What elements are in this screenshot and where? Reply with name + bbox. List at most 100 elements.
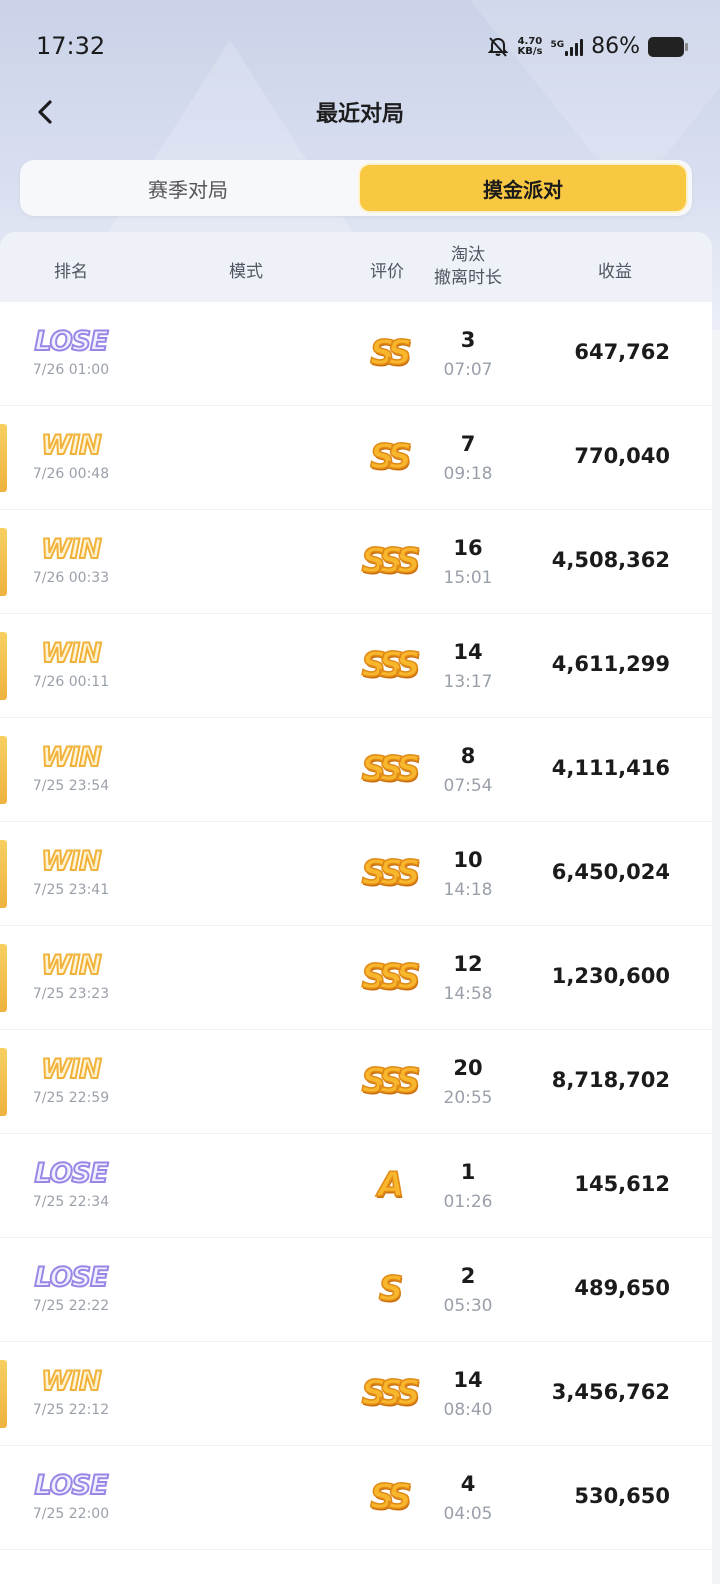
win-indicator-bar xyxy=(0,424,7,492)
kill-count: 4 xyxy=(460,1472,476,1496)
extraction-duration: 13:17 xyxy=(443,672,493,692)
income-value: 530,650 xyxy=(574,1484,670,1508)
match-date: 7/25 22:00 xyxy=(32,1506,110,1522)
match-date: 7/25 23:41 xyxy=(32,882,110,898)
kill-count: 20 xyxy=(453,1056,483,1080)
income-value: 489,650 xyxy=(574,1276,670,1300)
page-title: 最近对局 xyxy=(315,102,404,127)
income-value: 4,111,416 xyxy=(551,756,670,780)
win-indicator-bar xyxy=(0,1048,7,1116)
win-logo: WIN xyxy=(40,845,102,878)
kill-count: 12 xyxy=(453,952,483,976)
match-date: 7/25 22:59 xyxy=(32,1090,110,1106)
extraction-duration: 14:58 xyxy=(443,984,493,1004)
tab-season-matches[interactable]: 赛季对局 xyxy=(20,160,356,216)
income-value: 4,508,362 xyxy=(551,548,670,572)
match-date: 7/26 00:11 xyxy=(32,674,110,690)
match-row[interactable]: WIN 7/26 00:48 SS 7 09:18 770,040 xyxy=(0,406,712,510)
match-row[interactable]: WIN 7/26 00:33 SSS 16 15:01 4,508,362 xyxy=(0,510,712,614)
win-logo: WIN xyxy=(40,1053,102,1086)
page-header: 最近对局 xyxy=(0,88,720,136)
match-row[interactable]: WIN 7/25 22:12 SSS 14 08:40 3,456,762 xyxy=(0,1342,712,1446)
status-time: 17:32 xyxy=(36,32,106,60)
rating-badge: A xyxy=(377,1164,405,1206)
rating-badge: SSS xyxy=(361,540,422,582)
kill-count: 3 xyxy=(460,328,476,352)
extraction-duration: 08:40 xyxy=(443,1400,493,1420)
rating-badge: SSS xyxy=(361,1060,422,1102)
win-logo: WIN xyxy=(40,533,102,566)
signal-group: 5G xyxy=(550,38,584,56)
win-indicator-bar xyxy=(0,944,7,1012)
extraction-duration: 20:55 xyxy=(443,1088,493,1108)
rating-badge: SSS xyxy=(361,644,422,686)
kill-count: 8 xyxy=(460,744,476,768)
network-speed-unit: KB/s xyxy=(517,45,543,57)
battery-icon xyxy=(648,36,688,57)
match-row[interactable]: LOSE 7/26 01:00 SS 3 07:07 647,762 xyxy=(0,302,712,406)
rating-badge: SSS xyxy=(361,748,422,790)
kill-count: 2 xyxy=(460,1264,476,1288)
column-header-mode: 模式 xyxy=(229,262,263,282)
match-row[interactable]: LOSE 7/25 22:22 S 2 05:30 489,650 xyxy=(0,1238,712,1342)
win-logo: WIN xyxy=(40,1365,102,1398)
match-date: 7/26 00:33 xyxy=(32,570,110,586)
income-value: 145,612 xyxy=(574,1172,670,1196)
tab-gold-party[interactable]: 摸金派对 xyxy=(358,163,688,213)
match-row[interactable]: WIN 7/25 23:23 SSS 12 14:58 1,230,600 xyxy=(0,926,712,1030)
extraction-duration: 15:01 xyxy=(443,568,493,588)
match-date: 7/26 00:48 xyxy=(32,466,110,482)
network-speed: 4.70 KB/s xyxy=(517,36,543,57)
win-logo: WIN xyxy=(40,637,102,670)
match-date: 7/25 23:54 xyxy=(32,778,110,794)
match-row[interactable]: LOSE 7/25 22:34 A 1 01:26 145,612 xyxy=(0,1134,712,1238)
income-value: 770,040 xyxy=(574,444,670,468)
kill-count: 7 xyxy=(460,432,476,456)
battery-percent: 86% xyxy=(591,34,640,59)
extraction-duration: 07:54 xyxy=(443,776,493,796)
match-date: 7/25 23:23 xyxy=(32,986,110,1002)
bell-muted-icon xyxy=(487,36,509,58)
column-header-kills-duration: 淘汰 撤离时长 xyxy=(418,244,518,290)
win-indicator-bar xyxy=(0,736,7,804)
income-value: 8,718,702 xyxy=(551,1068,670,1092)
match-list-card: 排名 模式 评价 淘汰 撤离时长 收益 LOSE 7/26 01:00 SS 3 07:… xyxy=(0,232,712,1584)
income-value: 4,611,299 xyxy=(551,652,670,676)
match-row[interactable]: LOSE 7/25 22:00 SS 4 04:05 530,650 xyxy=(0,1446,712,1550)
match-row[interactable]: WIN 7/25 23:54 SSS 8 07:54 4,111,416 xyxy=(0,718,712,822)
status-icons: 4.70 KB/s 5G 86% xyxy=(487,34,688,59)
extraction-duration: 01:26 xyxy=(443,1192,493,1212)
win-indicator-bar xyxy=(0,528,7,596)
rating-badge: SSS xyxy=(361,1372,422,1414)
rating-badge: SSS xyxy=(361,852,422,894)
extraction-duration: 05:30 xyxy=(443,1296,493,1316)
status-bar: 17:32 4.70 KB/s 5G 86% xyxy=(0,0,720,96)
rating-badge: SS xyxy=(369,436,412,478)
win-logo: WIN xyxy=(40,429,102,462)
income-value: 1,230,600 xyxy=(551,964,670,988)
lose-logo: LOSE xyxy=(33,1469,109,1502)
match-date: 7/25 22:34 xyxy=(32,1194,110,1210)
kill-count: 10 xyxy=(453,848,483,872)
win-logo: WIN xyxy=(40,949,102,982)
match-row[interactable]: WIN 7/26 00:11 SSS 14 13:17 4,611,299 xyxy=(0,614,712,718)
rating-badge: SSS xyxy=(361,956,422,998)
win-logo: WIN xyxy=(40,741,102,774)
win-indicator-bar xyxy=(0,840,7,908)
column-header-rating: 评价 xyxy=(370,262,404,282)
column-header-rank: 排名 xyxy=(54,262,88,282)
match-row[interactable]: WIN 7/25 22:59 SSS 20 20:55 8,718,702 xyxy=(0,1030,712,1134)
match-date: 7/26 01:00 xyxy=(32,362,110,378)
income-value: 647,762 xyxy=(574,340,670,364)
column-header-income: 收益 xyxy=(598,262,632,282)
kill-count: 16 xyxy=(453,536,483,560)
kill-count: 14 xyxy=(453,1368,483,1392)
kill-count: 1 xyxy=(460,1160,476,1184)
match-date: 7/25 22:12 xyxy=(32,1402,110,1418)
match-row[interactable]: WIN 7/25 23:41 SSS 10 14:18 6,450,024 xyxy=(0,822,712,926)
extraction-duration: 14:18 xyxy=(443,880,493,900)
lose-logo: LOSE xyxy=(33,325,109,358)
income-value: 3,456,762 xyxy=(551,1380,670,1404)
column-header-kills: 淘汰 xyxy=(451,245,485,265)
lose-logo: LOSE xyxy=(33,1157,109,1190)
